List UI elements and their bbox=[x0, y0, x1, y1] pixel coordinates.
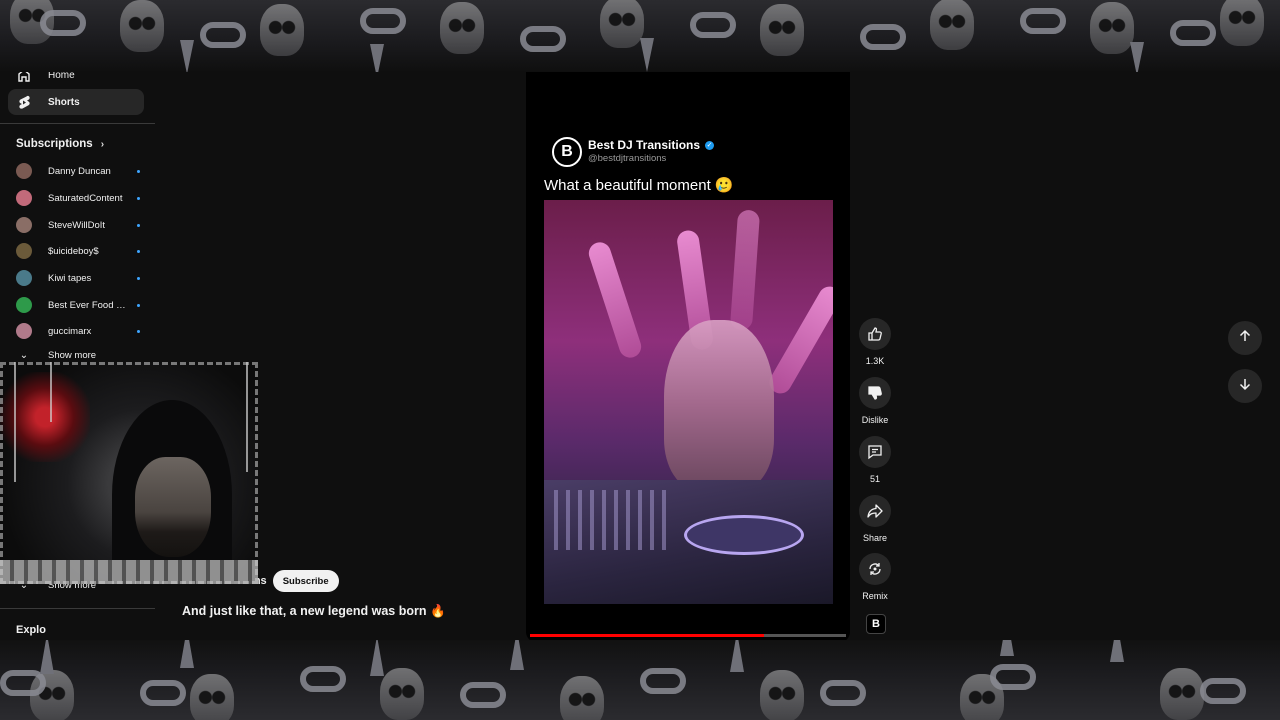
sidebar-item-subscription[interactable]: Danny Duncan bbox=[16, 161, 140, 181]
like-count: 1.3K bbox=[865, 356, 885, 366]
show-more-label: Show more bbox=[48, 350, 97, 361]
post-author-name: Best DJ Transitions bbox=[588, 138, 701, 152]
subscription-name: SteveWillDoIt bbox=[48, 219, 106, 231]
sidebar-item-subscription[interactable]: Best Ever Food R... bbox=[16, 295, 140, 315]
avatar bbox=[16, 163, 32, 179]
raised-arm bbox=[765, 282, 833, 398]
sidebar-item-subscription[interactable]: SteveWillDoIt bbox=[16, 215, 140, 235]
post-text: What a beautiful moment 🥲 bbox=[544, 177, 734, 194]
new-content-dot bbox=[137, 169, 140, 173]
streamer-webcam-overlay bbox=[0, 362, 258, 584]
video-progress-fill bbox=[530, 634, 764, 637]
dj-figure bbox=[664, 320, 774, 490]
remix-icon bbox=[859, 553, 891, 585]
new-content-dot bbox=[137, 249, 140, 253]
new-content-dot bbox=[137, 196, 140, 200]
channel-logo: B bbox=[552, 137, 582, 167]
avatar bbox=[16, 297, 32, 313]
arrow-down-icon bbox=[1238, 377, 1252, 396]
subscription-name: $uicideboy$ bbox=[48, 245, 99, 257]
verified-badge-icon: ✓ bbox=[705, 141, 715, 150]
thumbs-down-icon bbox=[859, 377, 891, 409]
subscription-name: Danny Duncan bbox=[48, 165, 111, 177]
subscriptions-heading[interactable]: Subscriptions › bbox=[16, 138, 104, 150]
share-label: Share bbox=[862, 533, 888, 543]
previous-short-button[interactable] bbox=[1228, 321, 1262, 355]
sidebar-item-subscription[interactable]: guccimarx bbox=[16, 321, 140, 341]
raised-arm bbox=[585, 239, 645, 361]
divider bbox=[0, 123, 155, 124]
avatar bbox=[16, 323, 32, 339]
subscriptions-title: Subscriptions bbox=[16, 138, 93, 150]
decorative-skull-chain-bottom-border bbox=[0, 640, 1280, 720]
avatar bbox=[16, 243, 32, 259]
avatar bbox=[16, 217, 32, 233]
share-button[interactable]: Share bbox=[859, 495, 891, 543]
channel-avatar-thumbnail[interactable]: B bbox=[866, 614, 886, 634]
sidebar-item-subscription[interactable]: SaturatedContent bbox=[16, 188, 140, 208]
share-icon bbox=[859, 495, 891, 527]
subscribe-button[interactable]: Subscribe bbox=[272, 570, 339, 592]
new-content-dot bbox=[137, 329, 140, 333]
subscription-name: Best Ever Food R... bbox=[48, 299, 128, 311]
comment-icon bbox=[859, 436, 891, 468]
subscription-name: SaturatedContent bbox=[48, 192, 123, 204]
divider bbox=[0, 608, 155, 609]
chevron-down-icon: ⌄ bbox=[19, 350, 29, 361]
video-progress-bar[interactable] bbox=[530, 634, 846, 637]
subscription-name: guccimarx bbox=[48, 325, 92, 337]
sidebar-item-shorts[interactable]: Shorts bbox=[8, 89, 144, 115]
new-content-dot bbox=[137, 276, 140, 280]
thumbs-up-icon bbox=[859, 318, 891, 350]
sidebar-item-label: Shorts bbox=[48, 96, 80, 108]
comments-button[interactable]: 51 bbox=[859, 436, 891, 484]
dj-mixer-knobs bbox=[554, 490, 674, 550]
explore-heading: Explo bbox=[16, 624, 46, 636]
sidebar-item-subscription[interactable]: Kiwi tapes bbox=[16, 268, 140, 288]
dislike-label: Dislike bbox=[861, 415, 889, 425]
dj-jog-wheel bbox=[684, 515, 804, 555]
chevron-right-icon: › bbox=[100, 138, 105, 150]
show-more-subscriptions-button[interactable]: ⌄ Show more bbox=[16, 350, 96, 361]
avatar bbox=[16, 270, 32, 286]
remix-button[interactable]: Remix bbox=[859, 553, 891, 601]
webcam-frame bbox=[0, 362, 258, 584]
embedded-post-header: B Best DJ Transitions ✓ @bestdjtransitio… bbox=[552, 137, 715, 167]
video-frame[interactable] bbox=[544, 200, 833, 604]
arrow-up-icon bbox=[1238, 329, 1252, 348]
shorts-player[interactable]: B Best DJ Transitions ✓ @bestdjtransitio… bbox=[526, 72, 850, 642]
avatar bbox=[16, 190, 32, 206]
remix-label: Remix bbox=[862, 591, 888, 601]
post-author-handle: @bestdjtransitions bbox=[588, 153, 667, 164]
raised-arm bbox=[729, 209, 761, 331]
subscription-name: Kiwi tapes bbox=[48, 272, 92, 284]
short-caption: And just like that, a new legend was bor… bbox=[182, 604, 446, 618]
new-content-dot bbox=[137, 303, 140, 307]
next-short-button[interactable] bbox=[1228, 369, 1262, 403]
dislike-button[interactable]: Dislike bbox=[859, 377, 891, 425]
shorts-icon bbox=[17, 95, 31, 109]
comment-count: 51 bbox=[869, 474, 880, 484]
decorative-skull-chain-top-border bbox=[0, 0, 1280, 72]
new-content-dot bbox=[137, 223, 140, 227]
like-button[interactable]: 1.3K bbox=[859, 318, 891, 366]
sidebar-item-subscription[interactable]: $uicideboy$ bbox=[16, 241, 140, 261]
